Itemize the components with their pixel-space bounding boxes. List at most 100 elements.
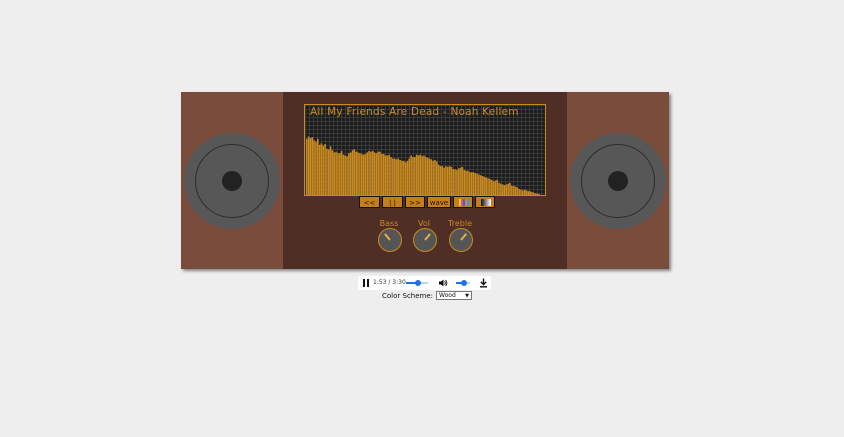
right-speaker-cap bbox=[608, 171, 628, 191]
visualizer-bar bbox=[472, 172, 475, 195]
chevron-down-icon: ▼ bbox=[465, 293, 470, 299]
visualizer-bar bbox=[467, 170, 469, 195]
treble-knob-indicator bbox=[460, 233, 467, 241]
visualizer-bar bbox=[377, 151, 379, 195]
visualizer-bar bbox=[406, 160, 409, 195]
seek-thumb[interactable] bbox=[414, 280, 421, 286]
track-title: All My Friends Are Dead - Noah Kellem bbox=[310, 106, 519, 118]
visualizer-bar bbox=[357, 152, 359, 195]
visualizer-bar bbox=[327, 149, 330, 195]
next-button[interactable]: >> bbox=[405, 196, 425, 208]
visualizer-bar bbox=[522, 190, 524, 195]
visualizer-bar bbox=[512, 185, 515, 195]
playback-controls: << | | >> wave bbox=[359, 196, 495, 209]
visualizer-bar bbox=[360, 153, 363, 195]
visualizer-bar bbox=[534, 193, 537, 195]
visualizer-bar bbox=[425, 157, 427, 195]
wave-button[interactable]: wave bbox=[427, 196, 451, 208]
treble-label: Treble bbox=[448, 219, 472, 228]
visualizer-bar bbox=[366, 152, 368, 195]
visualizer-bar bbox=[375, 153, 378, 195]
visualizer-bar bbox=[397, 158, 400, 195]
treble-knob[interactable] bbox=[449, 228, 473, 252]
visualizer-bar bbox=[412, 157, 414, 195]
visualizer-bar bbox=[329, 146, 332, 195]
visualizer-bar bbox=[401, 160, 403, 195]
visualizer-bar bbox=[393, 158, 396, 195]
visualizer-bar bbox=[450, 166, 453, 195]
visualizer-bar bbox=[410, 155, 412, 195]
visualizer-bar bbox=[384, 155, 387, 195]
visualizer-bar bbox=[381, 153, 383, 195]
visualizer-bar bbox=[419, 154, 422, 195]
visualizer-bar bbox=[441, 166, 444, 195]
visualizer-bar bbox=[509, 182, 511, 195]
color-scheme-gradient-button[interactable] bbox=[475, 196, 495, 208]
visualizer-bar bbox=[487, 178, 489, 195]
color-scheme-row: Color Scheme: Wood ▼ bbox=[382, 291, 473, 300]
visualizer-bar bbox=[348, 153, 350, 195]
visualizer-bar bbox=[490, 179, 493, 195]
visualizer-bar bbox=[315, 141, 317, 195]
visualizer-bar bbox=[478, 174, 480, 195]
color-scheme-select[interactable]: Wood ▼ bbox=[436, 291, 473, 300]
previous-button[interactable]: << bbox=[359, 196, 380, 208]
visualizer-bar bbox=[500, 183, 502, 195]
visualizer-bar bbox=[446, 166, 449, 195]
visualizer-bar bbox=[355, 151, 358, 195]
visualizer-bar bbox=[479, 175, 482, 195]
visualizer-bar bbox=[426, 157, 429, 195]
pause-button[interactable]: | | bbox=[382, 196, 403, 208]
visualizer-bar bbox=[340, 150, 343, 195]
visualizer-bar bbox=[318, 144, 321, 195]
visualizer-bar bbox=[337, 153, 339, 195]
visualizer-bar bbox=[430, 159, 433, 195]
visualizer-bar bbox=[496, 179, 498, 195]
visualizer-bar bbox=[364, 153, 367, 195]
color-scheme-rainbow-button[interactable] bbox=[453, 196, 473, 208]
pause-icon[interactable] bbox=[363, 279, 370, 287]
visualizer-bar bbox=[368, 150, 370, 195]
visualizer-bar bbox=[307, 136, 310, 195]
volume-knob-indicator bbox=[424, 233, 431, 241]
visualizer-bar bbox=[457, 168, 460, 195]
visualizer-bar bbox=[520, 189, 522, 195]
bass-knob[interactable] bbox=[378, 228, 402, 252]
visualizer-bar bbox=[373, 152, 376, 195]
visualizer-bar bbox=[448, 166, 451, 195]
visualizer-bar bbox=[492, 181, 495, 195]
visualizer-bar bbox=[529, 191, 531, 195]
visualizer-bar bbox=[362, 154, 365, 195]
seek-slider[interactable] bbox=[406, 280, 428, 286]
visualizer-bar bbox=[392, 158, 394, 195]
volume-thumb[interactable] bbox=[460, 280, 467, 286]
visualizer-bar bbox=[306, 138, 308, 195]
visualizer-bar bbox=[434, 160, 436, 195]
volume-knob[interactable] bbox=[413, 228, 437, 252]
visualizer-bar bbox=[476, 173, 478, 195]
visualizer-bar bbox=[468, 172, 471, 195]
visualizer-bar bbox=[382, 153, 385, 195]
visualizer-bar bbox=[395, 159, 398, 195]
visualizer-bar bbox=[525, 190, 528, 195]
volume-icon[interactable] bbox=[438, 278, 448, 288]
visualizer-bar bbox=[463, 169, 466, 195]
visualizer-bar bbox=[461, 166, 464, 195]
visualizer-bar bbox=[489, 179, 491, 195]
visualizer-bar bbox=[320, 143, 323, 195]
visualizer-bar bbox=[452, 169, 455, 195]
gradient-swatch bbox=[481, 199, 491, 206]
color-scheme-label: Color Scheme: bbox=[382, 291, 434, 300]
left-speaker-cap bbox=[222, 171, 242, 191]
visualizer-bar bbox=[527, 191, 530, 195]
visualizer-bar bbox=[346, 156, 348, 195]
download-icon[interactable] bbox=[479, 278, 488, 288]
visualizer-bar bbox=[414, 157, 416, 195]
left-speaker bbox=[184, 133, 280, 229]
radio-player: All My Friends Are Dead - Noah Kellem <<… bbox=[181, 92, 669, 269]
volume-slider[interactable] bbox=[456, 280, 470, 286]
rainbow-swatch bbox=[459, 199, 469, 206]
visualizer-bar bbox=[322, 145, 325, 195]
visualizer-bar bbox=[344, 155, 347, 195]
visualizer-bar bbox=[417, 155, 420, 195]
